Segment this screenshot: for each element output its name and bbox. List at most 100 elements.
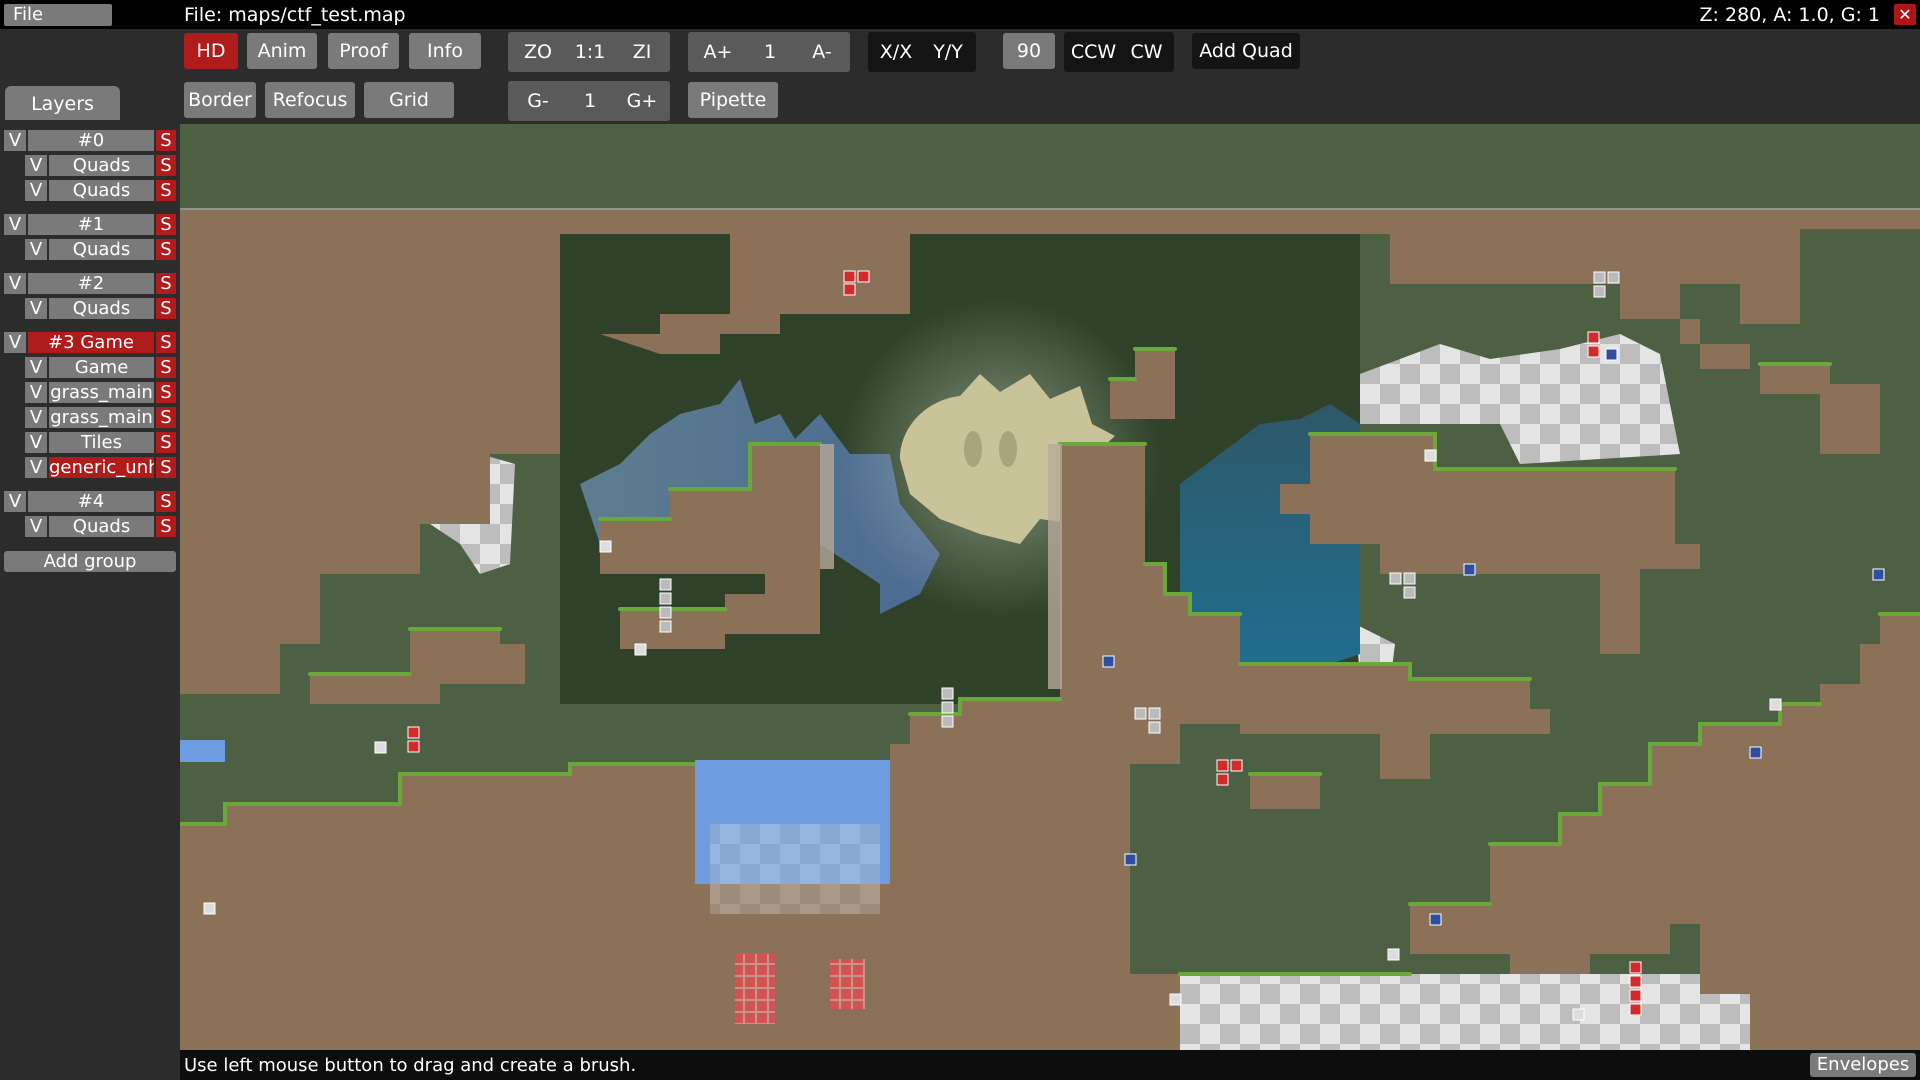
add-group-button[interactable]: Add group xyxy=(4,551,176,572)
visibility-toggle[interactable]: V xyxy=(4,130,26,151)
visibility-toggle[interactable]: V xyxy=(25,516,47,537)
envelopes-button[interactable]: Envelopes xyxy=(1810,1053,1916,1077)
layer-item[interactable]: V Quads S xyxy=(25,239,176,260)
group-name[interactable]: #4 xyxy=(28,491,154,512)
rotate-ccw-button[interactable]: CCW xyxy=(1066,34,1121,70)
rotation-angle-input[interactable]: 90 xyxy=(1003,33,1055,69)
grid-button[interactable]: Grid xyxy=(364,82,454,118)
dirt-small-ledge xyxy=(620,609,725,649)
map-viewport[interactable] xyxy=(180,124,1920,1050)
solo-toggle[interactable]: S xyxy=(156,180,176,201)
layer-group[interactable]: V #1 S xyxy=(4,214,176,235)
flip-x-button[interactable]: X/X xyxy=(870,34,922,70)
flip-y-button[interactable]: Y/Y xyxy=(922,34,974,70)
visibility-toggle[interactable]: V xyxy=(25,180,47,201)
solo-toggle[interactable]: S xyxy=(156,382,176,403)
zoom-out-button[interactable]: ZO xyxy=(512,34,564,70)
layer-item[interactable]: V Quads S xyxy=(25,298,176,319)
solo-toggle[interactable]: S xyxy=(156,516,176,537)
group-name[interactable]: #3 Game xyxy=(28,332,154,353)
group-name[interactable]: #1 xyxy=(28,214,154,235)
layer-item[interactable]: V Quads S xyxy=(25,516,176,537)
layer-item[interactable]: V Game S xyxy=(25,357,176,378)
anim-faster-button[interactable]: A+ xyxy=(692,34,744,70)
armor-entity xyxy=(941,701,954,714)
visibility-toggle[interactable]: V xyxy=(4,273,26,294)
layer-name[interactable]: Game xyxy=(49,357,154,378)
visibility-toggle[interactable]: V xyxy=(4,491,26,512)
visibility-toggle[interactable]: V xyxy=(25,432,47,453)
solo-toggle[interactable]: S xyxy=(156,298,176,319)
visibility-toggle[interactable]: V xyxy=(25,382,47,403)
layer-group[interactable]: V #3 Game S xyxy=(4,332,176,353)
visibility-toggle[interactable]: V xyxy=(25,457,47,478)
file-menu[interactable]: File xyxy=(4,4,112,26)
rotate-cw-button[interactable]: CW xyxy=(1121,34,1172,70)
close-button[interactable]: ✕ xyxy=(1894,4,1916,25)
layer-name[interactable]: grass_main xyxy=(49,382,154,403)
layer-group[interactable]: V #0 S xyxy=(4,130,176,151)
solo-toggle[interactable]: S xyxy=(156,432,176,453)
layer-group[interactable]: V #4 S xyxy=(4,491,176,512)
proof-button[interactable]: Proof xyxy=(328,33,399,69)
zoom-reset-button[interactable]: 1:1 xyxy=(564,34,616,70)
layer-name[interactable]: Quads xyxy=(49,180,154,201)
group-name[interactable]: #2 xyxy=(28,273,154,294)
solo-toggle[interactable]: S xyxy=(156,332,176,353)
anim-button[interactable]: Anim xyxy=(247,33,317,69)
solo-toggle[interactable]: S xyxy=(156,214,176,235)
visibility-toggle[interactable]: V xyxy=(25,357,47,378)
weapon-entity xyxy=(1387,948,1400,961)
grid-increase-button[interactable]: G+ xyxy=(616,83,668,119)
anim-slower-button[interactable]: A- xyxy=(796,34,848,70)
freeze-tiles xyxy=(830,959,865,1009)
rotate-group: CCW CW xyxy=(1064,32,1174,72)
solo-toggle[interactable]: S xyxy=(156,457,176,478)
editor-status: Z: 280, A: 1.0, G: 1 xyxy=(1699,4,1880,26)
layer-name[interactable]: Quads xyxy=(49,239,154,260)
visibility-toggle[interactable]: V xyxy=(25,298,47,319)
layer-item[interactable]: Vgeneric_unh S xyxy=(25,457,176,478)
layer-item[interactable]: V Quads S xyxy=(25,180,176,201)
armor-entity xyxy=(659,592,672,605)
layer-name[interactable]: Tiles xyxy=(49,432,154,453)
layer-item[interactable]: Vgrass_main S xyxy=(25,407,176,428)
layer-item[interactable]: V Quads S xyxy=(25,155,176,176)
freeze-tiles xyxy=(735,954,775,1024)
group-name[interactable]: #0 xyxy=(28,130,154,151)
shield-entity xyxy=(1124,853,1137,866)
visibility-toggle[interactable]: V xyxy=(25,155,47,176)
shield-entity xyxy=(1872,568,1885,581)
visibility-toggle[interactable]: V xyxy=(25,239,47,260)
solo-toggle[interactable]: S xyxy=(156,407,176,428)
info-button[interactable]: Info xyxy=(409,33,481,69)
solo-toggle[interactable]: S xyxy=(156,155,176,176)
border-button[interactable]: Border xyxy=(184,82,256,118)
weapon-entity xyxy=(1572,1008,1585,1021)
layer-item[interactable]: Vgrass_main S xyxy=(25,382,176,403)
hd-button[interactable]: HD xyxy=(184,33,238,69)
refocus-button[interactable]: Refocus xyxy=(265,82,355,118)
layer-name[interactable]: grass_main xyxy=(49,407,154,428)
solo-toggle[interactable]: S xyxy=(156,273,176,294)
layer-name[interactable]: generic_unh xyxy=(49,457,154,478)
layer-name[interactable]: Quads xyxy=(49,298,154,319)
layer-group[interactable]: V #2 S xyxy=(4,273,176,294)
weapon-entity xyxy=(1769,698,1782,711)
map-canvas[interactable] xyxy=(180,124,1920,1050)
layer-name[interactable]: Quads xyxy=(49,516,154,537)
pipette-button[interactable]: Pipette xyxy=(688,82,778,118)
visibility-toggle[interactable]: V xyxy=(4,332,26,353)
solo-toggle[interactable]: S xyxy=(156,357,176,378)
solo-toggle[interactable]: S xyxy=(156,491,176,512)
visibility-toggle[interactable]: V xyxy=(4,214,26,235)
solo-toggle[interactable]: S xyxy=(156,130,176,151)
layers-tab[interactable]: Layers xyxy=(5,86,120,120)
visibility-toggle[interactable]: V xyxy=(25,407,47,428)
solo-toggle[interactable]: S xyxy=(156,239,176,260)
zoom-in-button[interactable]: ZI xyxy=(616,34,668,70)
layer-name[interactable]: Quads xyxy=(49,155,154,176)
grid-decrease-button[interactable]: G- xyxy=(512,83,564,119)
layer-item[interactable]: V Tiles S xyxy=(25,432,176,453)
add-quad-button[interactable]: Add Quad xyxy=(1192,33,1300,69)
